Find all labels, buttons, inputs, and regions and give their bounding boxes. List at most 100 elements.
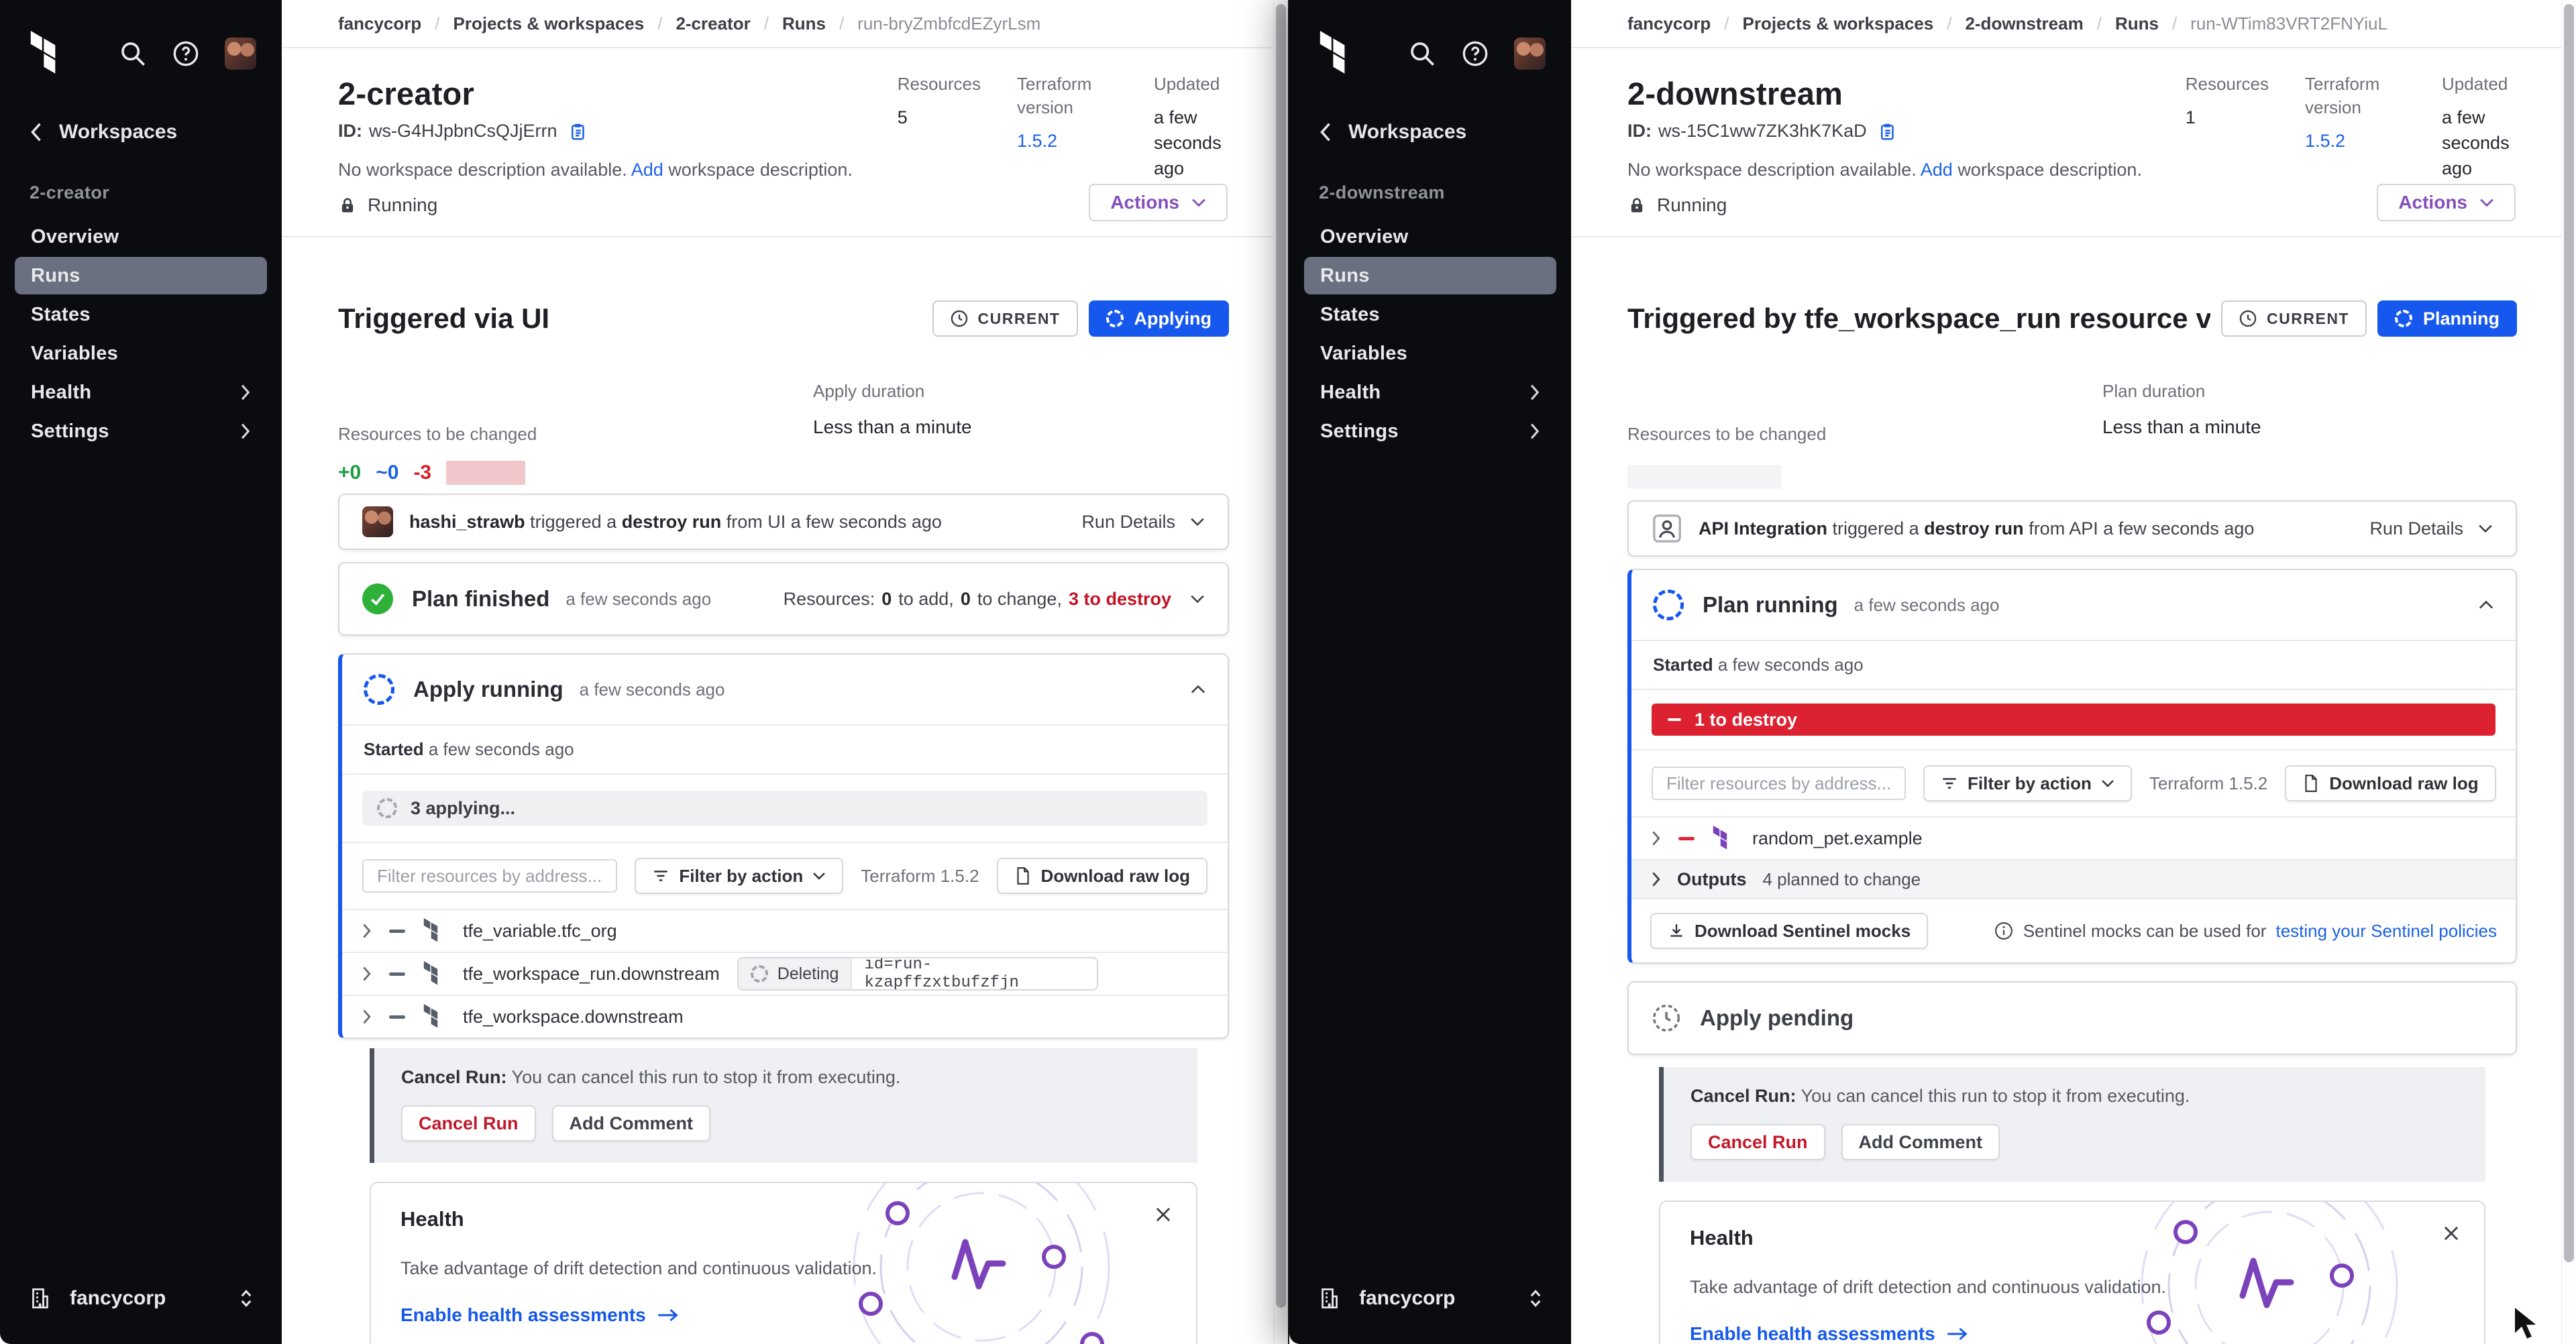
actions-button[interactable]: Actions <box>1089 184 1228 221</box>
filter-resources-input[interactable] <box>362 859 617 893</box>
sidebar-item-overview[interactable]: Overview <box>1304 218 1556 256</box>
sidebar-item-runs[interactable]: Runs <box>15 257 267 294</box>
sidebar-item-states[interactable]: States <box>15 296 267 333</box>
workspace-window-creator: Workspaces 2-creator Overview Runs State… <box>0 0 1288 1344</box>
workspace-id: ID: ws-G4HJpbnCsQJjErrn <box>338 121 588 142</box>
apply-running-header[interactable]: Apply running a few seconds ago <box>342 655 1228 724</box>
resource-row[interactable]: tfe_variable.tfc_org <box>342 909 1228 952</box>
breadcrumb-projects[interactable]: Projects & workspaces <box>453 13 645 34</box>
sidebar-item-overview[interactable]: Overview <box>15 218 267 256</box>
terraform-version-link[interactable]: 1.5.2 <box>1017 129 1118 154</box>
actions-button[interactable]: Actions <box>2377 184 2516 221</box>
plan-running-header[interactable]: Plan running a few seconds ago <box>1631 570 2516 640</box>
search-icon[interactable] <box>1407 39 1436 68</box>
breadcrumb-org[interactable]: fancycorp <box>1627 13 1711 34</box>
run-details-toggle[interactable]: Run Details <box>1081 512 1205 533</box>
run-trigger-box: API Integration triggered a destroy run … <box>1627 500 2517 557</box>
resource-row[interactable]: tfe_workspace_run.downstream Deleting id… <box>342 952 1228 995</box>
sidebar-item-health[interactable]: Health <box>1304 374 1556 411</box>
close-icon[interactable] <box>1155 1206 1172 1223</box>
user-avatar[interactable] <box>1514 38 1546 70</box>
sidebar-item-variables[interactable]: Variables <box>1304 335 1556 372</box>
breadcrumb-org[interactable]: fancycorp <box>338 13 421 34</box>
download-sentinel-mocks-button[interactable]: Download Sentinel mocks <box>1650 913 1928 949</box>
updated-value: a few seconds ago <box>1154 105 1228 181</box>
sentinel-policies-link[interactable]: testing your Sentinel policies <box>2275 921 2497 942</box>
current-badge[interactable]: CURRENT <box>2221 300 2367 337</box>
info-icon <box>1994 921 2014 941</box>
filter-by-action-button[interactable]: Filter by action <box>635 858 843 894</box>
enable-health-assessments-link[interactable]: Enable health assessments <box>1690 1323 2455 1344</box>
resource-row[interactable]: tfe_workspace.downstream <box>342 995 1228 1038</box>
sidebar-item-states[interactable]: States <box>1304 296 1556 333</box>
scrollbar[interactable] <box>1273 0 1288 1344</box>
sidebar-item-variables[interactable]: Variables <box>15 335 267 372</box>
terraform-version-link[interactable]: 1.5.2 <box>2305 129 2406 154</box>
copy-icon[interactable] <box>568 121 588 142</box>
add-comment-button[interactable]: Add Comment <box>1841 1124 2000 1160</box>
sidebar-item-settings[interactable]: Settings <box>1304 412 1556 450</box>
filter-by-action-button[interactable]: Filter by action <box>1923 765 2132 801</box>
org-switcher[interactable]: fancycorp <box>1289 1286 1571 1344</box>
filter-resources-input[interactable] <box>1652 767 1906 800</box>
clock-icon <box>2239 309 2257 328</box>
scrollbar-thumb[interactable] <box>1276 4 1286 1308</box>
plan-finished-box[interactable]: Plan finished a few seconds ago Resource… <box>338 562 1229 636</box>
scrollbar[interactable] <box>2561 0 2576 1344</box>
sidebar-item-runs[interactable]: Runs <box>1304 257 1556 294</box>
back-to-workspaces-link[interactable]: Workspaces <box>1289 76 1571 144</box>
caret-sort-icon <box>1527 1288 1544 1308</box>
breadcrumb-workspace[interactable]: 2-downstream <box>1965 13 2083 34</box>
download-raw-log-button[interactable]: Download raw log <box>2285 765 2496 801</box>
sidebar-item-settings[interactable]: Settings <box>15 412 267 450</box>
chevron-right-icon <box>239 423 251 440</box>
building-icon <box>28 1286 52 1310</box>
breadcrumb-runs[interactable]: Runs <box>782 13 826 34</box>
add-description-link[interactable]: Add <box>631 160 663 180</box>
chevron-right-icon <box>1650 830 1661 846</box>
terraform-resource-icon <box>423 1004 445 1029</box>
sidebar-item-health[interactable]: Health <box>15 374 267 411</box>
close-icon[interactable] <box>2443 1225 2460 1242</box>
help-icon[interactable] <box>171 39 200 68</box>
cancel-run-button[interactable]: Cancel Run <box>401 1105 536 1141</box>
workspace-header: 2-downstream ID: ws-15C1ww7ZK3hK7KaD No … <box>1571 48 2576 237</box>
breadcrumb-runs[interactable]: Runs <box>2115 13 2159 34</box>
resource-row[interactable]: random_pet.example <box>1631 816 2516 859</box>
help-icon[interactable] <box>1460 39 1489 68</box>
destroy-action-icon <box>1678 837 1695 840</box>
current-badge[interactable]: CURRENT <box>932 300 1078 337</box>
user-avatar[interactable] <box>225 38 256 70</box>
breadcrumb-workspace[interactable]: 2-creator <box>676 13 750 34</box>
chevron-right-icon <box>1650 871 1661 887</box>
check-circle-icon <box>362 583 393 614</box>
org-switcher[interactable]: fancycorp <box>0 1286 282 1344</box>
destroy-action-icon <box>389 1015 405 1019</box>
run-title: Triggered by tfe_workspace_run resource … <box>1627 302 2210 335</box>
resources-count: 1 <box>2186 105 2269 131</box>
cancel-run-button[interactable]: Cancel Run <box>1690 1124 1825 1160</box>
applying-progress: 3 applying... <box>362 791 1208 826</box>
lock-icon <box>338 196 357 215</box>
org-name: fancycorp <box>70 1287 166 1310</box>
chevron-down-icon[interactable] <box>1190 594 1205 604</box>
health-text: Take advantage of drift detection and co… <box>400 1258 1167 1279</box>
scrollbar-thumb[interactable] <box>2564 4 2574 1262</box>
chevron-right-icon <box>1528 384 1540 401</box>
outputs-row[interactable]: Outputs 4 planned to change <box>1631 859 2516 898</box>
add-description-link[interactable]: Add <box>1921 160 1953 180</box>
run-details-toggle[interactable]: Run Details <box>2369 518 2493 539</box>
apply-pending-box[interactable]: Apply pending <box>1627 981 2517 1055</box>
download-raw-log-button[interactable]: Download raw log <box>997 858 1208 894</box>
terraform-version-inline: Terraform 1.5.2 <box>2149 773 2267 794</box>
search-icon[interactable] <box>118 39 147 68</box>
back-to-workspaces-link[interactable]: Workspaces <box>0 76 282 144</box>
copy-icon[interactable] <box>1878 121 1898 142</box>
enable-health-assessments-link[interactable]: Enable health assessments <box>400 1304 1167 1326</box>
clock-icon <box>950 309 969 328</box>
plan-running-box: Plan running a few seconds ago Started a… <box>1627 569 2517 964</box>
add-comment-button[interactable]: Add Comment <box>552 1105 711 1141</box>
destroy-action-icon <box>389 930 405 933</box>
breadcrumb-projects[interactable]: Projects & workspaces <box>1743 13 1934 34</box>
workspace-section-label: 2-downstream <box>1289 144 1571 203</box>
